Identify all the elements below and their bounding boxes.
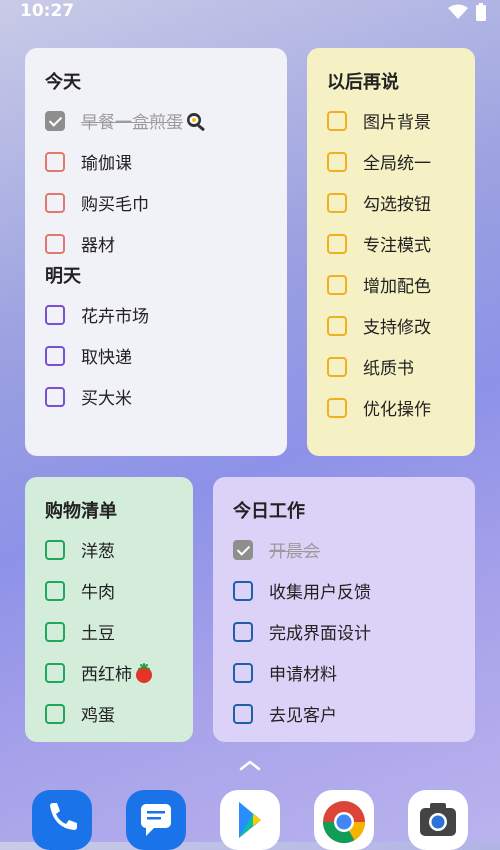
item-label: 纸质书	[363, 359, 414, 379]
list-item[interactable]: 增加配色	[327, 264, 455, 305]
list-item[interactable]: 开晨会	[233, 529, 455, 570]
frying-pan-egg-icon	[187, 112, 205, 131]
item-label: 洋葱	[81, 542, 115, 562]
list-item[interactable]: 购买毛巾	[45, 182, 267, 223]
list-item[interactable]: 全局统一	[327, 141, 455, 182]
list-item[interactable]: 优化操作	[327, 387, 455, 428]
item-label: 支持修改	[363, 318, 431, 338]
checkbox[interactable]	[45, 233, 65, 254]
item-label: 去见客户	[269, 706, 337, 726]
item-label: 鸡蛋	[81, 706, 115, 726]
list-item[interactable]: 瑜伽课	[45, 141, 267, 182]
checkbox[interactable]	[327, 315, 347, 336]
chevron-up-icon[interactable]	[238, 758, 262, 772]
checkbox[interactable]	[45, 580, 65, 601]
item-label: 专注模式	[363, 236, 431, 256]
list-item[interactable]: 纸质书	[327, 346, 455, 387]
messages-app-icon[interactable]	[126, 790, 186, 850]
phone-app-icon[interactable]	[32, 790, 92, 850]
list-item[interactable]: 专注模式	[327, 223, 455, 264]
list-item[interactable]: 西红柿	[45, 652, 173, 693]
checkbox[interactable]	[233, 703, 253, 724]
checkbox[interactable]	[45, 345, 65, 366]
chrome-app-icon[interactable]	[314, 790, 374, 850]
list-item[interactable]: 鸡蛋	[45, 693, 173, 734]
checkbox[interactable]	[233, 580, 253, 601]
list-item[interactable]: 花卉市场	[45, 294, 267, 335]
shopping-title: 购物清单	[45, 501, 117, 522]
checkbox[interactable]	[233, 662, 253, 683]
clock: 10:27	[20, 1, 75, 21]
item-label: 全局统一	[363, 154, 431, 174]
item-label: 土豆	[81, 624, 115, 644]
item-label: 取快递	[81, 348, 132, 368]
list-item[interactable]: 去见客户	[233, 693, 455, 734]
list-item[interactable]: 买大米	[45, 376, 267, 417]
checkbox[interactable]	[45, 662, 65, 683]
list-item[interactable]: 牛肉	[45, 570, 173, 611]
item-label: 申请材料	[269, 665, 337, 685]
item-label: 增加配色	[363, 277, 431, 297]
list-item[interactable]: 申请材料	[233, 652, 455, 693]
camera-app-icon[interactable]	[408, 790, 468, 850]
today-title: 今天	[45, 72, 81, 93]
checkbox[interactable]	[327, 233, 347, 254]
checkbox[interactable]	[45, 703, 65, 724]
wifi-icon	[448, 4, 468, 19]
checkbox[interactable]	[45, 539, 65, 560]
today-widget[interactable]: 今天 早餐一盒煎蛋 瑜伽课 购买毛巾 器材 明天 花卉市场 取快递 买大米	[25, 48, 287, 456]
tomato-icon	[136, 662, 152, 683]
item-label: 勾选按钮	[363, 195, 431, 215]
list-item[interactable]: 图片背景	[327, 100, 455, 141]
list-item[interactable]: 完成界面设计	[233, 611, 455, 652]
checkbox[interactable]	[45, 304, 65, 325]
item-label: 收集用户反馈	[269, 583, 371, 603]
checkbox-checked[interactable]	[45, 110, 65, 131]
item-label: 西红柿	[81, 665, 132, 685]
list-item[interactable]: 支持修改	[327, 305, 455, 346]
list-item[interactable]: 器材	[45, 223, 267, 264]
list-item[interactable]: 收集用户反馈	[233, 570, 455, 611]
checkbox-checked[interactable]	[233, 539, 253, 560]
checkbox[interactable]	[233, 621, 253, 642]
checkbox[interactable]	[327, 151, 347, 172]
tomorrow-title: 明天	[45, 266, 81, 287]
work-title: 今日工作	[233, 501, 305, 522]
item-label: 购买毛巾	[81, 195, 149, 215]
battery-icon	[476, 3, 486, 21]
work-widget[interactable]: 今日工作 开晨会 收集用户反馈 完成界面设计 申请材料 去见客户	[213, 477, 475, 742]
play-store-app-icon[interactable]	[220, 790, 280, 850]
checkbox[interactable]	[45, 151, 65, 172]
app-dock	[0, 788, 500, 850]
list-item[interactable]: 勾选按钮	[327, 182, 455, 223]
checkbox[interactable]	[45, 192, 65, 213]
list-item[interactable]: 早餐一盒煎蛋	[45, 100, 267, 141]
item-label: 图片背景	[363, 113, 431, 133]
item-label: 瑜伽课	[81, 154, 132, 174]
item-label: 完成界面设计	[269, 624, 371, 644]
checkbox[interactable]	[327, 192, 347, 213]
item-label: 开晨会	[269, 542, 320, 562]
checkbox[interactable]	[327, 397, 347, 418]
item-label: 花卉市场	[81, 307, 149, 327]
item-label: 买大米	[81, 389, 132, 409]
checkbox[interactable]	[327, 356, 347, 377]
list-item[interactable]: 取快递	[45, 335, 267, 376]
checkbox[interactable]	[327, 274, 347, 295]
later-widget[interactable]: 以后再说 图片背景 全局统一 勾选按钮 专注模式 增加配色 支持修改 纸质书 优…	[307, 48, 475, 456]
item-label: 牛肉	[81, 583, 115, 603]
list-item[interactable]: 土豆	[45, 611, 173, 652]
item-label: 器材	[81, 236, 115, 256]
list-item[interactable]: 洋葱	[45, 529, 173, 570]
item-label: 早餐一盒煎蛋	[81, 113, 183, 133]
shopping-widget[interactable]: 购物清单 洋葱 牛肉 土豆 西红柿 鸡蛋	[25, 477, 193, 742]
item-label: 优化操作	[363, 400, 431, 420]
checkbox[interactable]	[327, 110, 347, 131]
checkbox[interactable]	[45, 386, 65, 407]
later-title: 以后再说	[327, 72, 399, 93]
status-bar: 10:27	[0, 0, 500, 24]
checkbox[interactable]	[45, 621, 65, 642]
